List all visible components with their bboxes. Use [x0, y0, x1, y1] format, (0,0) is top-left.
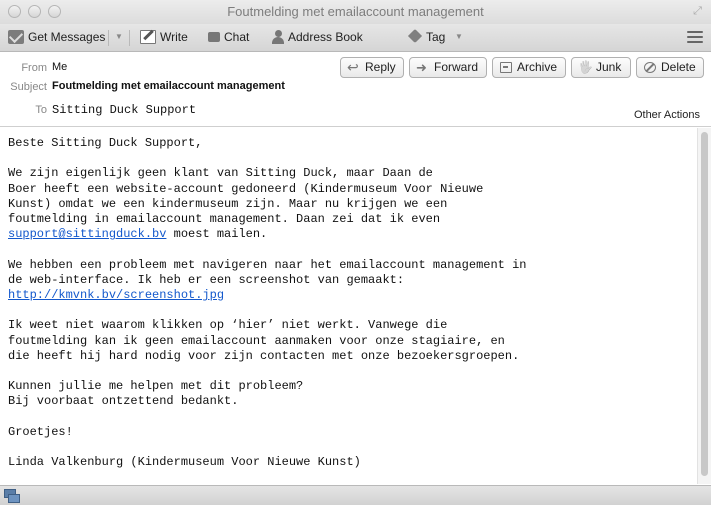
screenshot-link[interactable]: http://kmvnk.bv/screenshot.jpg: [8, 288, 224, 302]
delete-label: Delete: [661, 60, 696, 74]
message-header: From Me Subject Foutmelding met emailacc…: [0, 53, 711, 127]
subject-value: Foutmelding met emailaccount management: [52, 80, 285, 92]
body-line: We hebben een probleem met navigeren naa…: [8, 257, 527, 272]
body-line: foutmelding in emailaccount management. …: [8, 212, 441, 226]
address-book-label: Address Book: [288, 30, 363, 44]
delete-icon: [644, 62, 656, 73]
reply-icon: [347, 58, 360, 77]
archive-icon: [500, 62, 512, 73]
scrollbar-thumb[interactable]: [701, 132, 708, 476]
get-messages-button[interactable]: Get Messages: [8, 24, 105, 52]
body-line: moest mailen.: [166, 227, 268, 242]
chat-bubble-icon: [208, 32, 220, 42]
signature-line: Linda Valkenburg (Kindermuseum Voor Nieu…: [8, 455, 361, 470]
from-label: From: [21, 62, 47, 74]
close-window-button[interactable]: [8, 5, 21, 18]
reply-label: Reply: [365, 60, 396, 74]
mail-download-icon: [8, 30, 24, 44]
get-messages-label: Get Messages: [28, 30, 106, 44]
tag-label: Tag: [426, 30, 446, 44]
closing-line: Groetjes!: [8, 424, 73, 439]
to-label: To: [35, 104, 47, 116]
chat-button[interactable]: Chat: [208, 24, 249, 52]
hamburger-menu-icon[interactable]: [687, 31, 703, 44]
tag-button[interactable]: Tag: [408, 24, 445, 52]
paragraph-2: We hebben een probleem met navigeren naa…: [8, 258, 689, 304]
compose-icon: [140, 30, 156, 44]
body-line: Boer heeft een website-account gedoneerd…: [8, 181, 484, 196]
body-line: We zijn eigenlijk geen klant van Sitting…: [8, 166, 433, 181]
address-book-button[interactable]: Address Book: [272, 24, 363, 52]
zoom-window-button[interactable]: [48, 5, 61, 18]
status-bar: [0, 485, 711, 505]
tag-icon: [408, 31, 422, 42]
paragraph-4: Kunnen jullie me helpen met dit probleem…: [8, 379, 689, 409]
forward-label: Forward: [434, 60, 479, 74]
paragraph-3: Ik weet niet waarom klikken op ‘hier’ ni…: [8, 318, 689, 364]
window-title: Foutmelding met emailaccount management: [227, 4, 484, 19]
minimize-window-button[interactable]: [28, 5, 41, 18]
body-line: die heeft hij hard nodig voor zijn conta…: [8, 348, 520, 363]
main-toolbar: Get Messages ▼ Write Chat Address Book T…: [0, 24, 711, 52]
junk-icon: [579, 62, 591, 73]
body-line: Bij voorbaat ontzettend bedankt.: [8, 394, 239, 409]
body-line: Ik weet niet waarom klikken op ‘hier’ ni…: [8, 318, 448, 333]
from-value[interactable]: Me: [52, 61, 67, 73]
reply-button[interactable]: Reply: [340, 57, 404, 78]
archive-button[interactable]: Archive: [492, 57, 566, 78]
chat-label: Chat: [224, 30, 250, 44]
toolbar-divider: [129, 30, 130, 46]
support-email-link[interactable]: support@sittingduck.bv: [8, 227, 166, 241]
forward-icon: [416, 58, 429, 77]
fullscreen-icon[interactable]: ⤢: [691, 5, 704, 18]
delete-button[interactable]: Delete: [636, 57, 704, 78]
network-status-icon[interactable]: [4, 489, 20, 503]
junk-button[interactable]: Junk: [571, 57, 631, 78]
window-titlebar: Foutmelding met emailaccount management …: [0, 0, 711, 24]
junk-label: Junk: [596, 60, 622, 74]
get-messages-dropdown-icon[interactable]: ▼: [115, 32, 123, 41]
archive-label: Archive: [517, 60, 558, 74]
body-line: foutmelding kan ik geen emailaccount aan…: [8, 333, 505, 348]
write-label: Write: [160, 30, 188, 44]
subject-label: Subject: [10, 81, 47, 93]
to-value[interactable]: Sitting Duck Support: [52, 103, 196, 117]
other-actions-menu[interactable]: Other Actions: [634, 109, 700, 121]
person-icon: [272, 30, 284, 44]
body-line: Kunst) omdat we een kindermuseum zijn. M…: [8, 196, 448, 211]
forward-button[interactable]: Forward: [409, 57, 487, 78]
paragraph-1: We zijn eigenlijk geen klant van Sitting…: [8, 166, 689, 242]
body-line: Kunnen jullie me helpen met dit probleem…: [8, 379, 304, 394]
write-button[interactable]: Write: [140, 24, 188, 52]
message-scrollbar[interactable]: [697, 128, 711, 484]
message-body: Beste Sitting Duck Support, We zijn eige…: [0, 128, 697, 484]
toolbar-divider: [108, 30, 109, 46]
tag-dropdown-icon[interactable]: ▼: [455, 32, 463, 41]
body-line: de web-interface. Ik heb er een screensh…: [8, 272, 405, 287]
greeting-line: Beste Sitting Duck Support,: [8, 136, 203, 150]
